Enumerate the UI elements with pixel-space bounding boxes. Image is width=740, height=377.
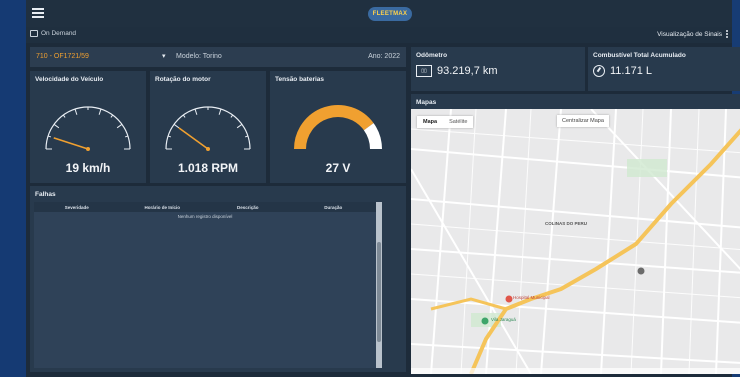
gauge-title: Velocidade do Veículo xyxy=(35,76,104,83)
gauge-value: 27 V xyxy=(325,161,351,175)
map-label: COLINAS DO PERU xyxy=(545,221,588,226)
gauge-icon xyxy=(593,65,605,77)
column-header[interactable]: Descrição xyxy=(205,205,291,210)
combustivel-title: Combustível Total Acumulado xyxy=(593,52,686,59)
gauge-tick xyxy=(194,108,198,115)
gauge-tick xyxy=(62,114,66,118)
tab-satelite[interactable]: Satélite xyxy=(443,116,473,128)
gauge-band xyxy=(363,123,382,150)
gauge-tick xyxy=(244,135,249,138)
speed-gauge xyxy=(45,106,131,151)
gauge-tick xyxy=(182,114,186,118)
vehicle-plate: 710 - OF1721/59 xyxy=(36,53,89,60)
on-demand-label: On Demand xyxy=(41,30,77,37)
combustivel-value: 11.171 L xyxy=(610,65,653,77)
odometro-title: Odômetro xyxy=(416,52,448,59)
gauge-tick xyxy=(47,135,52,138)
falhas-title: Falhas xyxy=(35,191,56,198)
gauge-tick xyxy=(110,114,114,118)
map-label: Hospital Municipal xyxy=(513,295,550,300)
vehicle-selector[interactable]: 710 - OF1721/59 ▾ Modelo: Torino Ano: 20… xyxy=(30,47,406,67)
gauge-value: 1.018 RPM xyxy=(177,161,239,175)
odometro-value: 93.219,7 km xyxy=(437,65,498,77)
gauge-tick xyxy=(53,123,60,129)
visualizacao-sinais-button[interactable]: Visualização de Sinais xyxy=(657,30,728,38)
combustivel-card: Combustível Total Acumulado 11.171 L xyxy=(588,47,740,91)
falhas-table: Severidade Horário de Início Descrição D… xyxy=(34,202,376,368)
gauge-tick xyxy=(230,114,234,118)
gauge-band xyxy=(294,105,374,150)
gauge-title: Tensão baterias xyxy=(275,76,325,83)
rpm-gauge-card: Rotação do motor 1.018 RPM xyxy=(150,71,266,183)
app-logo: FLEETMAX xyxy=(368,7,412,21)
gauge-hub xyxy=(206,147,210,151)
gauge-needle xyxy=(53,137,89,150)
gauge-tick xyxy=(124,135,129,138)
on-demand-button[interactable]: On Demand xyxy=(30,30,76,37)
gauge-tick xyxy=(218,108,222,115)
gauge-value: 19 km/h xyxy=(65,161,111,175)
sub-bar: On Demand Visualização de Sinais xyxy=(26,27,732,43)
visualizacao-label: Visualização de Sinais xyxy=(657,30,722,38)
tab-mapa[interactable]: Mapa xyxy=(417,116,443,128)
falhas-panel: Falhas Severidade Horário de Início Desc… xyxy=(30,186,406,372)
vehicle-model: Modelo: Torino xyxy=(176,53,222,60)
odometer-icon: ▯▯ xyxy=(416,65,432,77)
battery-gauge-card: Tensão baterias 27 V xyxy=(270,71,406,183)
logo-text: FLEETMAX xyxy=(372,11,408,17)
gauge-hub xyxy=(86,147,90,151)
map-type-tabs: Mapa Satélite xyxy=(417,116,474,128)
gauge-tick xyxy=(236,123,243,129)
centralizar-mapa-button[interactable]: Centralizar Mapa xyxy=(557,115,609,127)
hamburger-icon[interactable] xyxy=(32,8,44,18)
mapas-panel: Mapas COLINAS DO PERU Hospital Municipal… xyxy=(411,94,740,374)
column-header[interactable]: Severidade xyxy=(34,205,120,210)
battery-gauge xyxy=(294,105,382,150)
monitor-icon xyxy=(30,30,38,37)
map-streets xyxy=(411,109,740,374)
column-header[interactable]: Horário de Início xyxy=(120,205,206,210)
top-bar: FLEETMAX xyxy=(26,0,732,27)
gauge-title: Rotação do motor xyxy=(155,76,211,83)
speed-gauge-card: Velocidade do Veículo 19 km/h xyxy=(30,71,146,183)
vehicle-year: Ano: 2022 xyxy=(368,53,400,60)
scrollbar-thumb[interactable] xyxy=(377,242,381,342)
mapas-title: Mapas xyxy=(416,99,437,106)
map-view[interactable]: COLINAS DO PERU Hospital Municipal Vila … xyxy=(411,109,740,374)
map-label: Vila Jaraguá xyxy=(491,317,516,322)
empty-message: Nenhum registro disponível xyxy=(177,214,233,219)
dropdown-arrow-icon[interactable]: ▾ xyxy=(162,52,166,60)
odometro-card: Odômetro ▯▯ 93.219,7 km xyxy=(411,47,585,91)
kebab-icon[interactable] xyxy=(726,30,728,38)
falhas-scrollbar[interactable] xyxy=(376,202,382,368)
gauge-tick xyxy=(74,108,78,115)
gauge-needle xyxy=(178,127,209,150)
column-header[interactable]: Duração xyxy=(291,205,377,210)
rpm-gauge xyxy=(165,106,251,151)
dashboard-main: 710 - OF1721/59 ▾ Modelo: Torino Ano: 20… xyxy=(26,43,740,377)
left-edge xyxy=(0,0,26,377)
gauge-tick xyxy=(167,135,172,138)
falhas-table-header: Severidade Horário de Início Descrição D… xyxy=(34,202,376,212)
gauge-tick xyxy=(173,123,180,129)
gauge-tick xyxy=(116,123,123,129)
gauge-tick xyxy=(98,108,102,115)
map-attribution xyxy=(411,368,740,374)
